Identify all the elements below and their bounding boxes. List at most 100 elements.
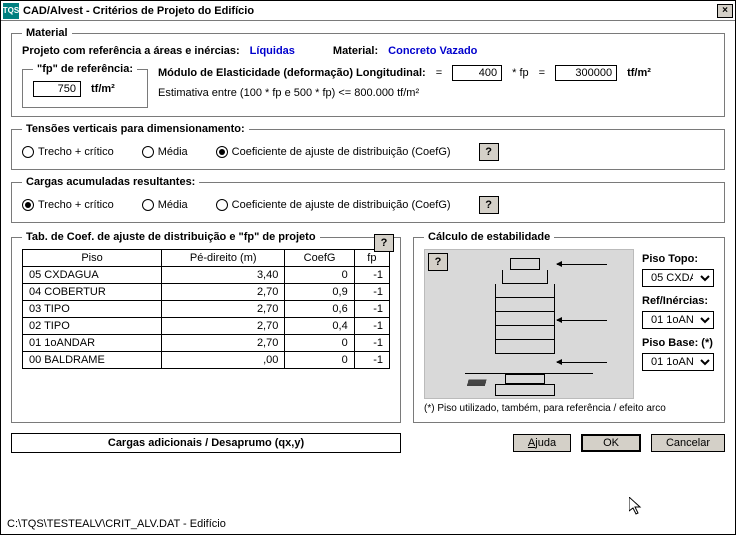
modulus-estimate: Estimativa entre (100 * fp e 500 * fp) <…	[158, 87, 714, 99]
piso-base-select[interactable]: 01 1oANDAR	[642, 353, 714, 371]
arrow-top-icon	[557, 264, 607, 265]
intro-label: Projeto com referência a áreas e inércia…	[22, 45, 240, 57]
table-row[interactable]: 00 BALDRAME,000-1	[23, 352, 390, 369]
cell-pd: 2,70	[162, 318, 285, 335]
th-coefg: CoefG	[285, 250, 354, 267]
material-legend: Material	[22, 27, 72, 39]
material-label: Material:	[333, 45, 378, 57]
cargas-group: Cargas acumuladas resultantes: Trecho + …	[11, 176, 725, 223]
radio-icon	[22, 146, 34, 158]
stability-group: Cálculo de estabilidade ?	[413, 231, 725, 423]
tensoes-opt-media[interactable]: Média	[142, 146, 188, 158]
tensoes-legend: Tensões verticais para dimensionamento:	[22, 123, 249, 135]
equals-2: =	[539, 67, 545, 79]
stability-diagram: / / / / / / / / / / / / / / / / / /	[424, 249, 634, 399]
app-icon: TQS	[3, 3, 19, 19]
cell-piso: 03 TIPO	[23, 301, 162, 318]
cell-coefg: 0	[285, 352, 354, 369]
cargas-adicionais-button[interactable]: Cargas adicionais / Desaprumo (qx,y)	[11, 433, 401, 453]
table-row[interactable]: 01 1oANDAR2,700-1	[23, 335, 390, 352]
dialog-window: TQS CAD/Alvest - Critérios de Projeto do…	[0, 0, 736, 535]
cursor-icon	[629, 497, 645, 517]
help-button[interactable]: Ajuda	[513, 434, 571, 452]
radio-label: Coeficiente de ajuste de distribuição (C…	[232, 199, 451, 211]
cell-coefg: 0,4	[285, 318, 354, 335]
radio-label: Trecho + crítico	[38, 199, 114, 211]
radio-icon	[142, 199, 154, 211]
table-row[interactable]: 05 CXDAGUA3,400-1	[23, 267, 390, 284]
ref-inercias-label: Ref/Inércias:	[642, 295, 714, 307]
modulus-result-input[interactable]	[555, 65, 617, 81]
arrow-mid-icon	[557, 320, 607, 321]
material-group: Material Projeto com referência a áreas …	[11, 27, 725, 117]
modulus-label: Módulo de Elasticidade (deformação) Long…	[158, 67, 426, 79]
bottom-row: Cargas adicionais / Desaprumo (qx,y) Aju…	[11, 433, 725, 453]
piso-topo-label: Piso Topo:	[642, 253, 714, 265]
arrow-bottom-icon	[557, 362, 607, 363]
cell-pd: 2,70	[162, 335, 285, 352]
coef-table-group: Tab. de Coef. de ajuste de distribuição …	[11, 231, 401, 423]
material-row1: Projeto com referência a áreas e inércia…	[22, 45, 714, 57]
modulus-row: Módulo de Elasticidade (deformação) Long…	[158, 65, 714, 81]
titlebar: TQS CAD/Alvest - Critérios de Projeto do…	[1, 1, 735, 21]
tensoes-help-button[interactable]: ?	[479, 143, 499, 161]
cargas-opt-media[interactable]: Média	[142, 199, 188, 211]
fp-ref-unit: tf/m²	[91, 83, 115, 95]
table-row[interactable]: 03 TIPO2,700,6-1	[23, 301, 390, 318]
cell-pd: ,00	[162, 352, 285, 369]
modulus-factor-input[interactable]	[452, 65, 502, 81]
close-button[interactable]: ×	[717, 4, 733, 18]
cell-fp: -1	[354, 318, 389, 335]
window-title: CAD/Alvest - Critérios de Projeto do Edi…	[23, 5, 717, 17]
cell-fp: -1	[354, 335, 389, 352]
cell-fp: -1	[354, 352, 389, 369]
equals-1: =	[436, 67, 442, 79]
radio-icon	[216, 146, 228, 158]
cargas-opt-trecho[interactable]: Trecho + crítico	[22, 199, 114, 211]
stability-help-button[interactable]: ?	[428, 253, 448, 271]
cell-coefg: 0	[285, 267, 354, 284]
cell-pd: 3,40	[162, 267, 285, 284]
piso-base-label: Piso Base: (*)	[642, 337, 714, 349]
material-value: Concreto Vazado	[388, 45, 477, 57]
cancel-button[interactable]: Cancelar	[651, 434, 725, 452]
liquidas-value: Líquidas	[250, 45, 295, 57]
table-row[interactable]: 02 TIPO2,700,4-1	[23, 318, 390, 335]
modulus-unit: tf/m²	[627, 67, 651, 79]
radio-icon	[216, 199, 228, 211]
radio-label: Trecho + crítico	[38, 146, 114, 158]
coef-table: Piso Pé-direito (m) CoefG fp 05 CXDAGUA3…	[22, 249, 390, 369]
ref-inercias-select[interactable]: 01 1oANDAR	[642, 311, 714, 329]
cell-pd: 2,70	[162, 301, 285, 318]
piso-topo-select[interactable]: 05 CXDAGUA	[642, 269, 714, 287]
stability-footnote: (*) Piso utilizado, também, para referên…	[424, 403, 714, 414]
radio-label: Média	[158, 199, 188, 211]
times-fp: * fp	[512, 67, 529, 79]
cell-piso: 05 CXDAGUA	[23, 267, 162, 284]
cell-fp: -1	[354, 284, 389, 301]
cargas-help-button[interactable]: ?	[479, 196, 499, 214]
stability-legend: Cálculo de estabilidade	[424, 231, 554, 243]
table-row[interactable]: 04 COBERTUR2,700,9-1	[23, 284, 390, 301]
cargas-opt-coefg[interactable]: Coeficiente de ajuste de distribuição (C…	[216, 199, 451, 211]
cargas-legend: Cargas acumuladas resultantes:	[22, 176, 199, 188]
coef-table-help-button[interactable]: ?	[374, 234, 394, 252]
cell-coefg: 0,9	[285, 284, 354, 301]
cell-piso: 02 TIPO	[23, 318, 162, 335]
radio-icon	[22, 199, 34, 211]
cell-piso: 04 COBERTUR	[23, 284, 162, 301]
tensoes-opt-coefg[interactable]: Coeficiente de ajuste de distribuição (C…	[216, 146, 451, 158]
ok-button[interactable]: OK	[581, 434, 641, 452]
cell-piso: 01 1oANDAR	[23, 335, 162, 352]
cell-coefg: 0,6	[285, 301, 354, 318]
fp-ref-input[interactable]	[33, 81, 81, 97]
table-header-row: Piso Pé-direito (m) CoefG fp	[23, 250, 390, 267]
tensoes-opt-trecho[interactable]: Trecho + crítico	[22, 146, 114, 158]
radio-label: Média	[158, 146, 188, 158]
cell-coefg: 0	[285, 335, 354, 352]
th-pd: Pé-direito (m)	[162, 250, 285, 267]
cell-pd: 2,70	[162, 284, 285, 301]
help-label: juda	[535, 437, 556, 449]
radio-label: Coeficiente de ajuste de distribuição (C…	[232, 146, 451, 158]
fp-ref-legend: "fp" de referência:	[33, 63, 137, 75]
